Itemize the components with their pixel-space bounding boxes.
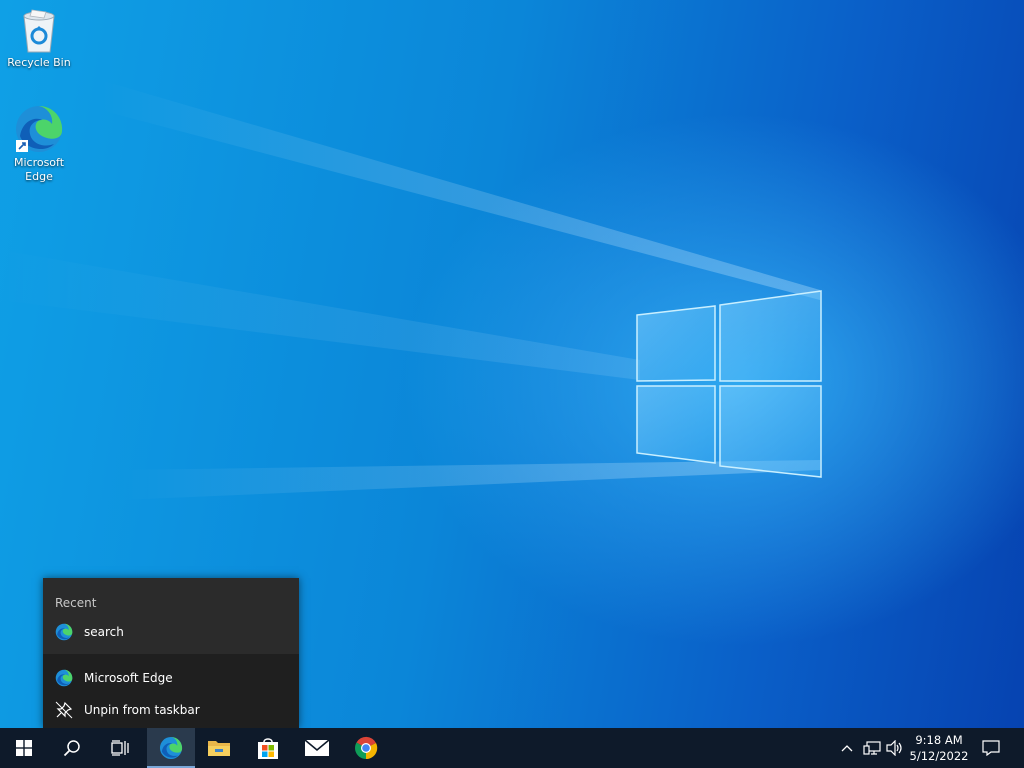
notification-icon [982, 740, 1000, 756]
search-icon [63, 740, 80, 757]
desktop-icon-label: Recycle Bin [7, 56, 71, 69]
recycle-bin-icon [23, 9, 55, 53]
desktop-icon-recycle-bin[interactable]: Recycle Bin [2, 6, 76, 70]
windows-logo-icon [16, 740, 32, 756]
edge-icon [55, 623, 73, 641]
jumplist-item-label: search [84, 625, 124, 639]
taskbar-store-button[interactable] [244, 728, 292, 768]
jumplist-header-recent: Recent [55, 596, 97, 610]
taskbar: 9:18 AM 5/12/2022 [0, 728, 1024, 768]
store-icon [258, 738, 278, 759]
network-button[interactable] [860, 728, 884, 768]
clock[interactable]: 9:18 AM 5/12/2022 [908, 728, 970, 768]
chevron-up-icon [841, 745, 853, 752]
jumplist-item-label: Unpin from taskbar [84, 703, 200, 717]
search-button[interactable] [48, 728, 96, 768]
desktop-icon-label: Microsoft Edge [13, 156, 65, 183]
volume-icon [886, 740, 902, 756]
action-center-button[interactable] [976, 728, 1006, 768]
task-view-icon [111, 740, 129, 756]
clock-date: 5/12/2022 [909, 749, 969, 763]
edge-icon [16, 105, 63, 152]
start-button[interactable] [0, 728, 48, 768]
taskbar-mail-button[interactable] [293, 728, 341, 768]
unpin-icon [55, 701, 73, 719]
desktop-icon-microsoft-edge[interactable]: Microsoft Edge [2, 104, 76, 184]
edge-icon [159, 736, 183, 760]
task-view-button[interactable] [96, 728, 144, 768]
taskbar-chrome-button[interactable] [342, 728, 390, 768]
jumplist-item-search[interactable]: search [43, 616, 299, 648]
volume-button[interactable] [884, 728, 906, 768]
taskbar-jump-list: Recent search Microsoft Edge Unpin from … [43, 578, 299, 728]
jumplist-item-unpin-from-taskbar[interactable]: Unpin from taskbar [43, 694, 299, 726]
taskbar-file-explorer-button[interactable] [195, 728, 243, 768]
show-hidden-icons-button[interactable] [836, 728, 858, 768]
jumplist-item-microsoft-edge[interactable]: Microsoft Edge [43, 662, 299, 694]
jumplist-item-label: Microsoft Edge [84, 671, 173, 685]
taskbar-edge-button[interactable] [147, 728, 195, 768]
folder-icon [208, 741, 230, 756]
clock-time: 9:18 AM [915, 733, 963, 747]
edge-icon [55, 669, 73, 687]
mail-icon [304, 739, 330, 756]
network-icon [863, 741, 881, 755]
chrome-icon [355, 736, 378, 760]
